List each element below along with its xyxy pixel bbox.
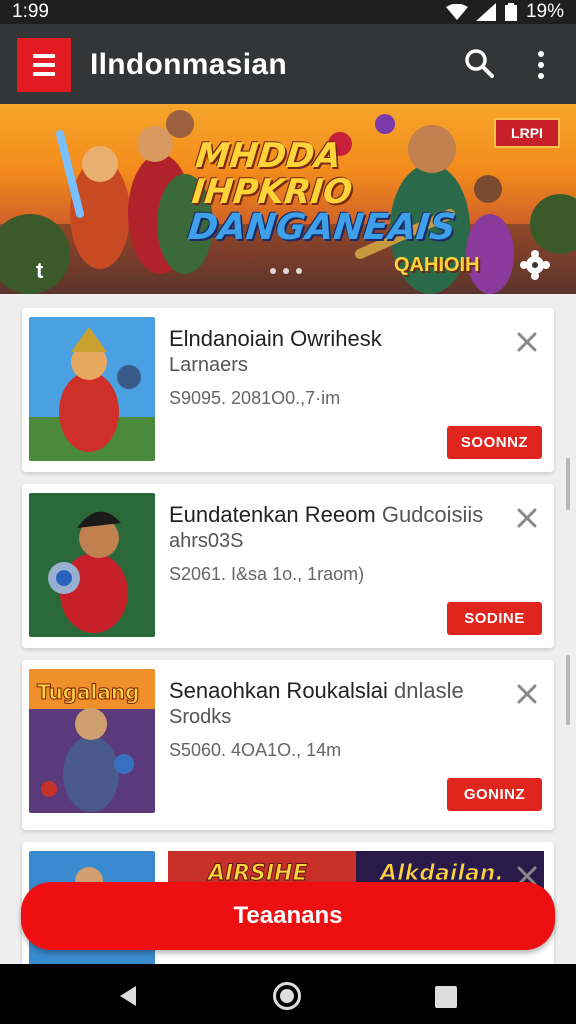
signal-icon: [475, 3, 496, 21]
card-meta: S2061. I&sa 1o., 1raom): [169, 564, 365, 584]
banner-title: MHDDA IHPKRIO DANGANEAIS: [186, 136, 458, 248]
card-title: Elndanoiain Owrihesk: [169, 326, 382, 351]
recent-apps-icon[interactable]: [435, 986, 457, 1008]
card-subtitle: ahrs03S: [169, 530, 244, 552]
svg-text:Tugalang: Tugalang: [37, 680, 139, 704]
card-subtitle: Larnaers: [169, 354, 248, 376]
card-title: Senaohkan Roukalslai dnlasle: [169, 678, 464, 703]
banner-left-icon: t: [36, 258, 44, 283]
carousel-indicator: [270, 268, 302, 274]
search-icon[interactable]: [462, 46, 496, 80]
gear-icon[interactable]: [520, 250, 550, 280]
banner-title-line1: MHDDA: [193, 136, 343, 176]
wifi-icon: [445, 4, 468, 20]
menu-button[interactable]: [17, 38, 71, 92]
system-nav-bar: [0, 964, 576, 1024]
close-icon[interactable]: [515, 506, 539, 530]
banner-sign: LRPI: [494, 118, 560, 148]
back-icon[interactable]: [116, 984, 140, 1008]
card-action-button[interactable]: SOONNZ: [447, 426, 542, 459]
banner-title-line2: IHPKRIO: [189, 172, 355, 212]
card-thumbnail: [29, 317, 155, 461]
card-action-button[interactable]: GONINZ: [447, 778, 542, 811]
card-action-button[interactable]: SODINE: [447, 602, 542, 635]
home-icon[interactable]: [273, 982, 301, 1010]
close-icon[interactable]: [515, 682, 539, 706]
card-thumbnail: [29, 493, 155, 637]
app-bar: Ilndonmasian: [0, 24, 576, 104]
battery-percent: 19%: [525, 1, 564, 22]
hamburger-menu-icon: [33, 54, 55, 58]
list-item[interactable]: Eundatenkan Reeom Gudcoisiis ahrs03S S20…: [22, 484, 554, 648]
scrollbar-thumb[interactable]: [566, 655, 570, 725]
primary-cta-button[interactable]: Teaanans: [21, 882, 555, 950]
card-meta: S9095. 2081O0.,7·im: [169, 388, 341, 408]
card-thumbnail: Tugalang: [29, 669, 155, 813]
close-icon[interactable]: [515, 330, 539, 354]
list-item[interactable]: Tugalang Senaohkan Roukalslai dnlasle Sr…: [22, 660, 554, 830]
card-title: Eundatenkan Reeom Gudcoisiis: [169, 502, 484, 527]
app-title: Ilndonmasian: [90, 48, 287, 81]
status-icons: 19%: [445, 1, 564, 23]
banner-sub-label: QAHIOIH: [394, 254, 480, 276]
list-item[interactable]: Elndanoiain Owrihesk Larnaers S9095. 208…: [22, 308, 554, 472]
hero-banner[interactable]: MHDDA IHPKRIO DANGANEAIS LRPI QAHIOIH t: [0, 104, 576, 294]
status-bar: 1:99 19%: [0, 0, 576, 24]
more-vert-icon[interactable]: [528, 48, 554, 82]
status-time: 1:99: [12, 1, 49, 22]
card-meta: S5060. 4OA1O., 14m: [169, 740, 342, 760]
banner-title-line3: DANGANEAIS: [186, 207, 458, 248]
battery-icon: [504, 3, 517, 21]
card-subtitle: Srodks: [169, 706, 232, 728]
scrollbar-thumb[interactable]: [566, 458, 570, 510]
